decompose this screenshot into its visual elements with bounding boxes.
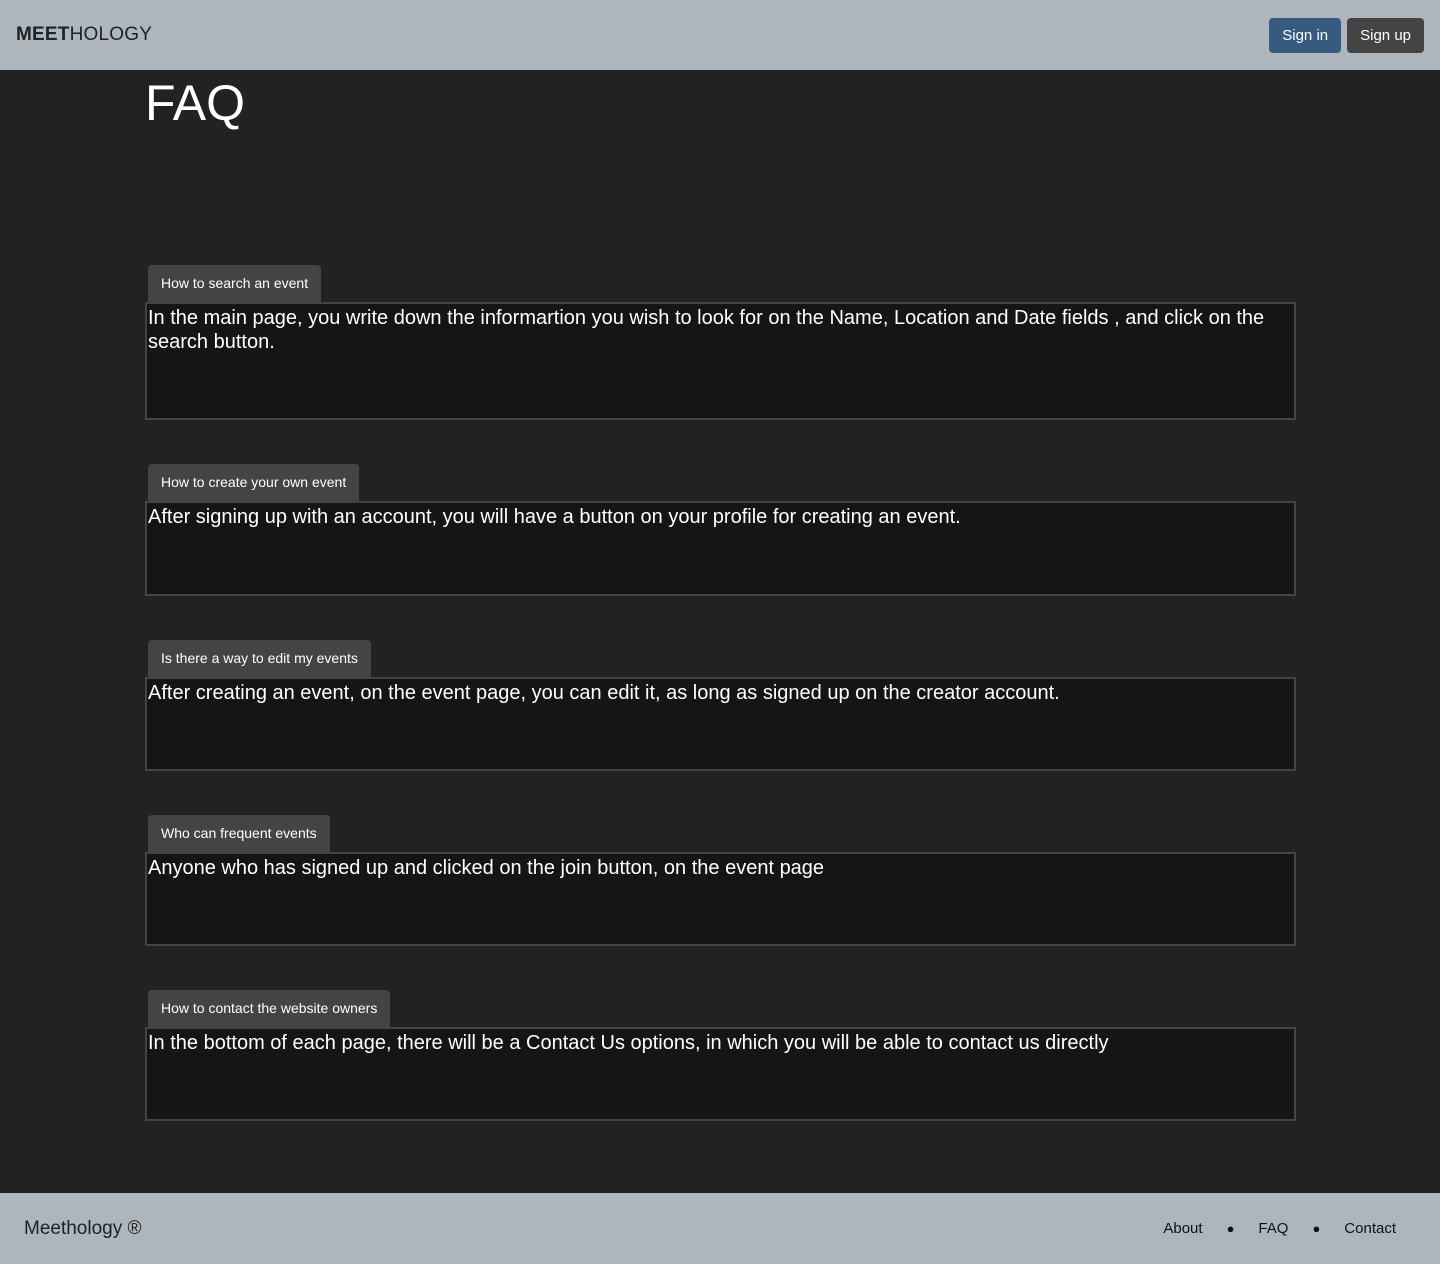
footer: Meethology ® About ● FAQ ● Contact — [0, 1193, 1440, 1264]
footer-nav: About ● FAQ ● Contact — [1163, 1220, 1416, 1237]
brand-logo[interactable]: MEETHOLOGY — [16, 24, 152, 46]
brand-rest: HOLOGY — [69, 24, 153, 45]
faq-answer: After creating an event, on the event pa… — [145, 677, 1296, 771]
page-title: FAQ — [145, 75, 246, 131]
faq-question: How to search an event — [148, 265, 322, 302]
faq-item: How to create your own event After signi… — [145, 464, 1296, 596]
footer-separator: ● — [1226, 1221, 1235, 1236]
faq-question: Is there a way to edit my events — [148, 640, 371, 677]
faq-answer: After signing up with an account, you wi… — [145, 501, 1296, 596]
faq-item: Is there a way to edit my events After c… — [145, 640, 1296, 771]
auth-buttons: Sign in Sign up — [1269, 17, 1424, 53]
faq-answer: In the main page, you write down the inf… — [145, 302, 1296, 420]
faq-answer: In the bottom of each page, there will b… — [145, 1027, 1296, 1121]
faq-answer: Anyone who has signed up and clicked on … — [145, 852, 1296, 946]
footer-link-faq[interactable]: FAQ — [1258, 1220, 1288, 1237]
faq-item: Who can frequent events Anyone who has s… — [145, 815, 1296, 946]
footer-brand: Meethology ® — [24, 1217, 142, 1239]
top-navbar: MEETHOLOGY Sign in Sign up — [0, 0, 1440, 70]
footer-link-contact[interactable]: Contact — [1344, 1220, 1396, 1237]
faq-question: How to contact the website owners — [148, 990, 391, 1027]
brand-bold: MEET — [16, 24, 70, 45]
faq-item: How to contact the website owners In the… — [145, 990, 1296, 1121]
faq-question: Who can frequent events — [148, 815, 330, 852]
footer-separator: ● — [1312, 1221, 1321, 1236]
sign-up-button[interactable]: Sign up — [1347, 17, 1424, 53]
footer-link-about[interactable]: About — [1163, 1220, 1202, 1237]
faq-question: How to create your own event — [148, 464, 360, 501]
sign-in-button[interactable]: Sign in — [1269, 17, 1342, 53]
faq-item: How to search an event In the main page,… — [145, 265, 1296, 420]
